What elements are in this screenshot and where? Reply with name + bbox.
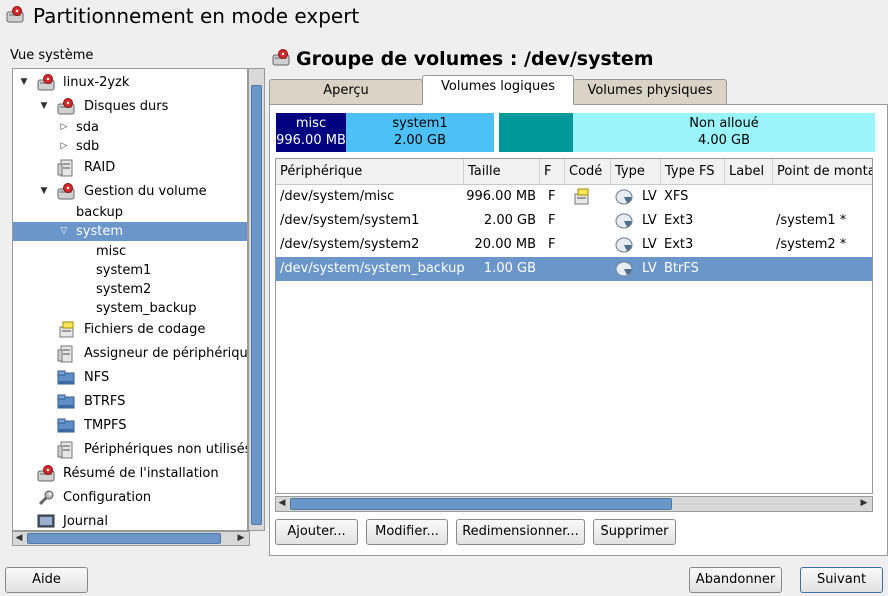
tab-physical-volumes[interactable]: Volumes physiques	[573, 79, 727, 104]
logical-volumes-table[interactable]: Périphérique Taille F Codé Type Type FS …	[275, 158, 873, 494]
crypt-file-icon	[59, 321, 74, 338]
table-horizontal-scroll-thumb[interactable]	[290, 498, 672, 510]
unused-device-icon	[57, 441, 73, 459]
tree-label: Vue système	[10, 48, 94, 63]
raid-icon	[57, 159, 73, 177]
volume-group-icon	[272, 49, 290, 71]
help-button[interactable]: Aide	[5, 567, 88, 593]
encrypted-key-icon	[574, 188, 589, 205]
collapse-arrow-icon[interactable]: ▼	[19, 73, 29, 92]
tree-node-system[interactable]: ▽ system	[13, 222, 247, 241]
add-button[interactable]: Ajouter...	[275, 519, 358, 545]
modify-button[interactable]: Modifier...	[366, 519, 448, 545]
table-horizontal-scrollbar[interactable]: ◀ ▶	[275, 496, 873, 512]
journal-screen-icon	[37, 514, 55, 528]
tree-vertical-scrollbar[interactable]	[248, 68, 265, 531]
device-mapper-icon	[57, 345, 73, 363]
usage-bar-segment-unallocated: Non alloué 4.00 GB	[573, 113, 875, 152]
volume-management-icon	[57, 183, 75, 200]
logical-volume-icon	[615, 213, 633, 229]
next-button[interactable]: Suivant	[800, 567, 883, 593]
collapse-arrow-icon[interactable]: ▼	[39, 182, 49, 201]
collapse-arrow-icon[interactable]: ▽	[59, 222, 69, 241]
column-size[interactable]: Taille	[464, 159, 540, 185]
resize-button[interactable]: Redimensionner...	[456, 519, 585, 545]
tab-overview[interactable]: Aperçu	[269, 79, 423, 104]
usage-bar-segment-misc: misc 996.00 MB	[276, 113, 346, 152]
column-encrypted[interactable]: Codé	[565, 159, 611, 185]
table-row[interactable]: /dev/system/system2 20.00 MB F LV Ext3 /…	[276, 233, 872, 257]
delete-button[interactable]: Supprimer	[593, 519, 676, 545]
column-device[interactable]: Périphérique	[276, 159, 464, 185]
host-disk-icon	[37, 74, 55, 91]
table-row[interactable]: /dev/system/system1 2.00 GB F LV Ext3 /s…	[276, 209, 872, 233]
logical-volume-icon	[615, 189, 633, 205]
tree-horizontal-scroll-thumb[interactable]	[27, 533, 221, 544]
table-row-selected[interactable]: /dev/system/system_backup 1.00 GB LV Btr…	[276, 257, 872, 281]
wrench-icon	[38, 490, 54, 506]
abort-button[interactable]: Abandonner	[689, 567, 782, 593]
column-fs-type[interactable]: Type FS	[661, 159, 725, 185]
expand-arrow-icon[interactable]: ▷	[59, 118, 69, 137]
hard-disk-icon	[57, 98, 75, 115]
tree-vertical-scroll-thumb[interactable]	[251, 85, 262, 525]
nfs-folder-icon	[57, 370, 75, 385]
tree-horizontal-scrollbar[interactable]: ◀ ▶	[12, 531, 250, 546]
logical-volume-icon	[615, 261, 633, 277]
table-header: Périphérique Taille F Codé Type Type FS …	[276, 159, 872, 185]
usage-bar-segment-other	[499, 113, 573, 152]
logical-volume-icon	[615, 237, 633, 253]
column-label[interactable]: Label	[725, 159, 773, 185]
scroll-right-icon[interactable]: ▶	[235, 532, 247, 545]
expand-arrow-icon[interactable]: ▷	[59, 137, 69, 156]
usage-bar-segment-system1: system1 2.00 GB	[346, 113, 494, 152]
summary-disk-icon	[37, 465, 55, 482]
column-type[interactable]: Type	[611, 159, 661, 185]
partitioner-icon	[6, 6, 24, 28]
scroll-left-icon[interactable]: ◀	[13, 532, 25, 545]
scroll-left-icon[interactable]: ◀	[276, 497, 288, 510]
tab-logical-volumes[interactable]: Volumes logiques	[422, 75, 574, 105]
column-mount-point[interactable]: Point de montage	[773, 159, 872, 185]
tmpfs-folder-icon	[57, 418, 75, 433]
window-title: Partitionnement en mode expert	[33, 4, 360, 28]
column-format[interactable]: F	[540, 159, 565, 185]
btrfs-folder-icon	[57, 394, 75, 409]
scroll-right-icon[interactable]: ▶	[858, 497, 870, 510]
collapse-arrow-icon[interactable]: ▼	[39, 97, 49, 116]
table-row[interactable]: /dev/system/misc 996.00 MB F LV XFS	[276, 185, 872, 209]
system-view-tree[interactable]: ▼ linux-2yzk ▼ Disques durs ▷ sda ▷ sdb …	[12, 68, 248, 531]
page-title: Groupe de volumes : /dev/system	[296, 48, 654, 70]
